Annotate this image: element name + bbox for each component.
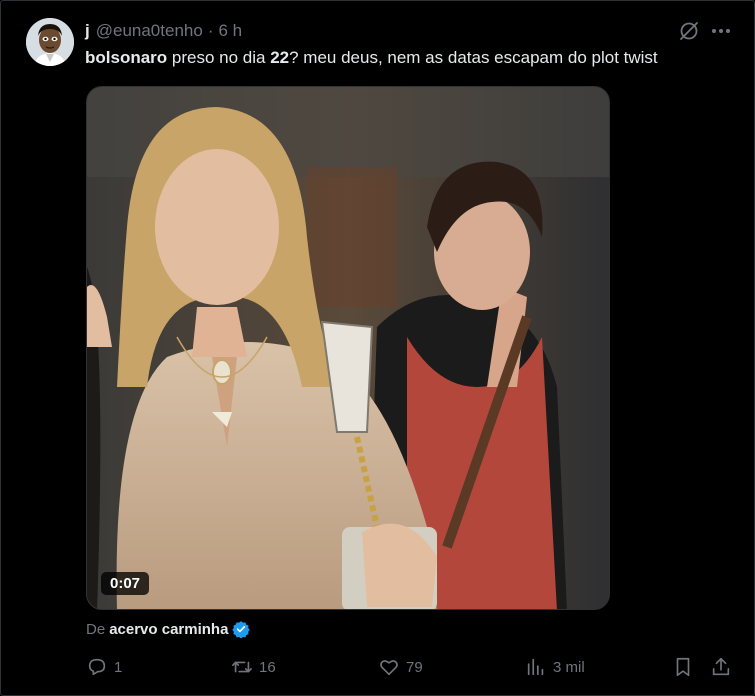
tweet-text-plain: ? meu deus, nem as datas escapam do plot… xyxy=(289,48,658,67)
repost-button[interactable]: 16 xyxy=(231,656,276,678)
separator-dot: · xyxy=(207,21,214,40)
source-name[interactable]: acervo carminha xyxy=(109,621,228,638)
video-player[interactable]: 0:07 xyxy=(86,86,610,610)
repost-count: 16 xyxy=(259,658,276,676)
tweet-text-bold: bolsonaro xyxy=(85,48,168,67)
grok-icon[interactable] xyxy=(677,19,701,43)
more-icon[interactable] xyxy=(709,19,733,43)
share-icon xyxy=(712,657,730,676)
video-source: De acervo carminha xyxy=(86,620,251,638)
avatar[interactable] xyxy=(26,18,74,66)
bookmark-icon xyxy=(676,657,690,677)
reply-icon xyxy=(88,658,106,676)
tweet-card: j @euna0tenho · 6 h bolsonaro preso no d… xyxy=(0,0,755,696)
repost-icon xyxy=(232,661,252,673)
tweet-text: bolsonaro preso no dia 22? meu deus, nem… xyxy=(85,46,658,70)
author-handle[interactable]: @euna0tenho xyxy=(96,21,203,41)
verified-badge-icon xyxy=(232,621,251,638)
reply-button[interactable]: 1 xyxy=(86,656,122,678)
bookmark-button[interactable] xyxy=(672,656,694,678)
like-button[interactable]: 79 xyxy=(378,656,423,678)
author-display-name[interactable]: j xyxy=(85,21,90,41)
timestamp[interactable]: 6 h xyxy=(218,21,242,41)
share-button[interactable] xyxy=(710,656,732,678)
video-thumbnail xyxy=(87,87,609,609)
tweet-text-plain: preso no dia xyxy=(167,48,271,67)
source-prefix: De xyxy=(86,620,106,638)
like-count: 79 xyxy=(406,658,423,676)
action-bar: 1 16 79 3 mil xyxy=(1,656,755,682)
views-icon xyxy=(527,658,544,676)
views-button[interactable]: 3 mil xyxy=(525,656,585,678)
video-duration: 0:07 xyxy=(101,572,150,595)
reply-count: 1 xyxy=(114,658,123,676)
like-icon xyxy=(380,660,398,676)
views-count: 3 mil xyxy=(553,658,585,676)
tweet-header: j @euna0tenho · 6 h xyxy=(85,20,242,42)
tweet-text-bold: 22 xyxy=(270,48,290,67)
